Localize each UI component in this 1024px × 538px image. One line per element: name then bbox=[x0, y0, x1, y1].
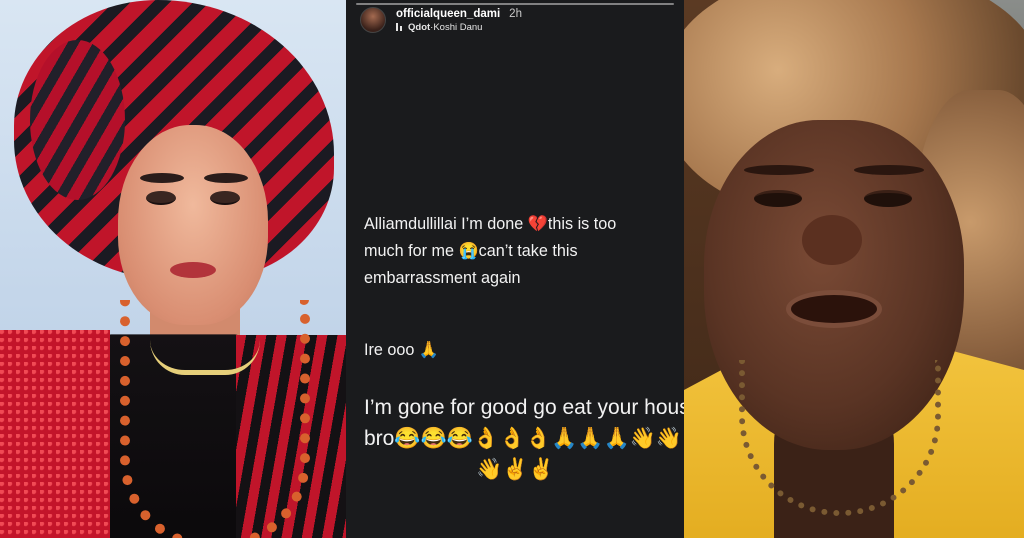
gele-fold bbox=[30, 40, 125, 200]
right-brow bbox=[204, 173, 248, 183]
left-brow bbox=[744, 165, 814, 175]
lips bbox=[170, 262, 216, 278]
right-eye bbox=[864, 190, 912, 207]
username[interactable]: officialqueen_dami bbox=[396, 8, 500, 20]
music-track: Koshi Danu bbox=[433, 21, 483, 33]
big-text-line: 👋✌️✌️ bbox=[476, 458, 555, 481]
story-header[interactable]: officialqueen_dami 2h Qdot · Koshi Danu bbox=[360, 4, 522, 36]
caption-line: embarrassment again bbox=[364, 269, 521, 287]
nose bbox=[802, 215, 862, 265]
music-artist: Qdot bbox=[408, 21, 431, 33]
open-mouth bbox=[786, 290, 882, 328]
profile-avatar[interactable] bbox=[360, 7, 386, 33]
caption-line: much for me 😭can’t take this bbox=[364, 242, 578, 260]
right-eye bbox=[210, 191, 240, 205]
caption-block: Alliamdullillai I’m done 💔this is too mu… bbox=[364, 211, 616, 292]
left-photo-woman bbox=[0, 0, 346, 538]
music-note-icon bbox=[396, 23, 404, 31]
red-sequin-shawl bbox=[0, 330, 110, 538]
caption-line: Alliamdullillai I’m done 💔this is too bbox=[364, 215, 617, 233]
left-brow bbox=[140, 173, 184, 183]
story-header-text: officialqueen_dami 2h Qdot · Koshi Danu bbox=[396, 8, 522, 33]
big-text-line: bro😂😂😂👌👌👌🙏🙏🙏👋👋 bbox=[364, 427, 682, 450]
big-text-block: I’m gone for good go eat your house bro😂… bbox=[364, 392, 684, 485]
right-brow bbox=[854, 165, 924, 175]
post-time: 2h bbox=[509, 7, 522, 20]
instagram-story[interactable]: officialqueen_dami 2h Qdot · Koshi Danu … bbox=[346, 0, 684, 538]
coral-bead-necklace bbox=[120, 300, 310, 538]
right-photo-man bbox=[684, 0, 1024, 538]
face bbox=[118, 125, 268, 325]
ire-line: Ire ooo 🙏 bbox=[364, 341, 440, 359]
left-eye bbox=[754, 190, 802, 207]
music-sticker[interactable]: Qdot · Koshi Danu bbox=[396, 22, 522, 33]
left-eye bbox=[146, 191, 176, 205]
big-text-line: I’m gone for good go eat your house bbox=[364, 396, 684, 419]
